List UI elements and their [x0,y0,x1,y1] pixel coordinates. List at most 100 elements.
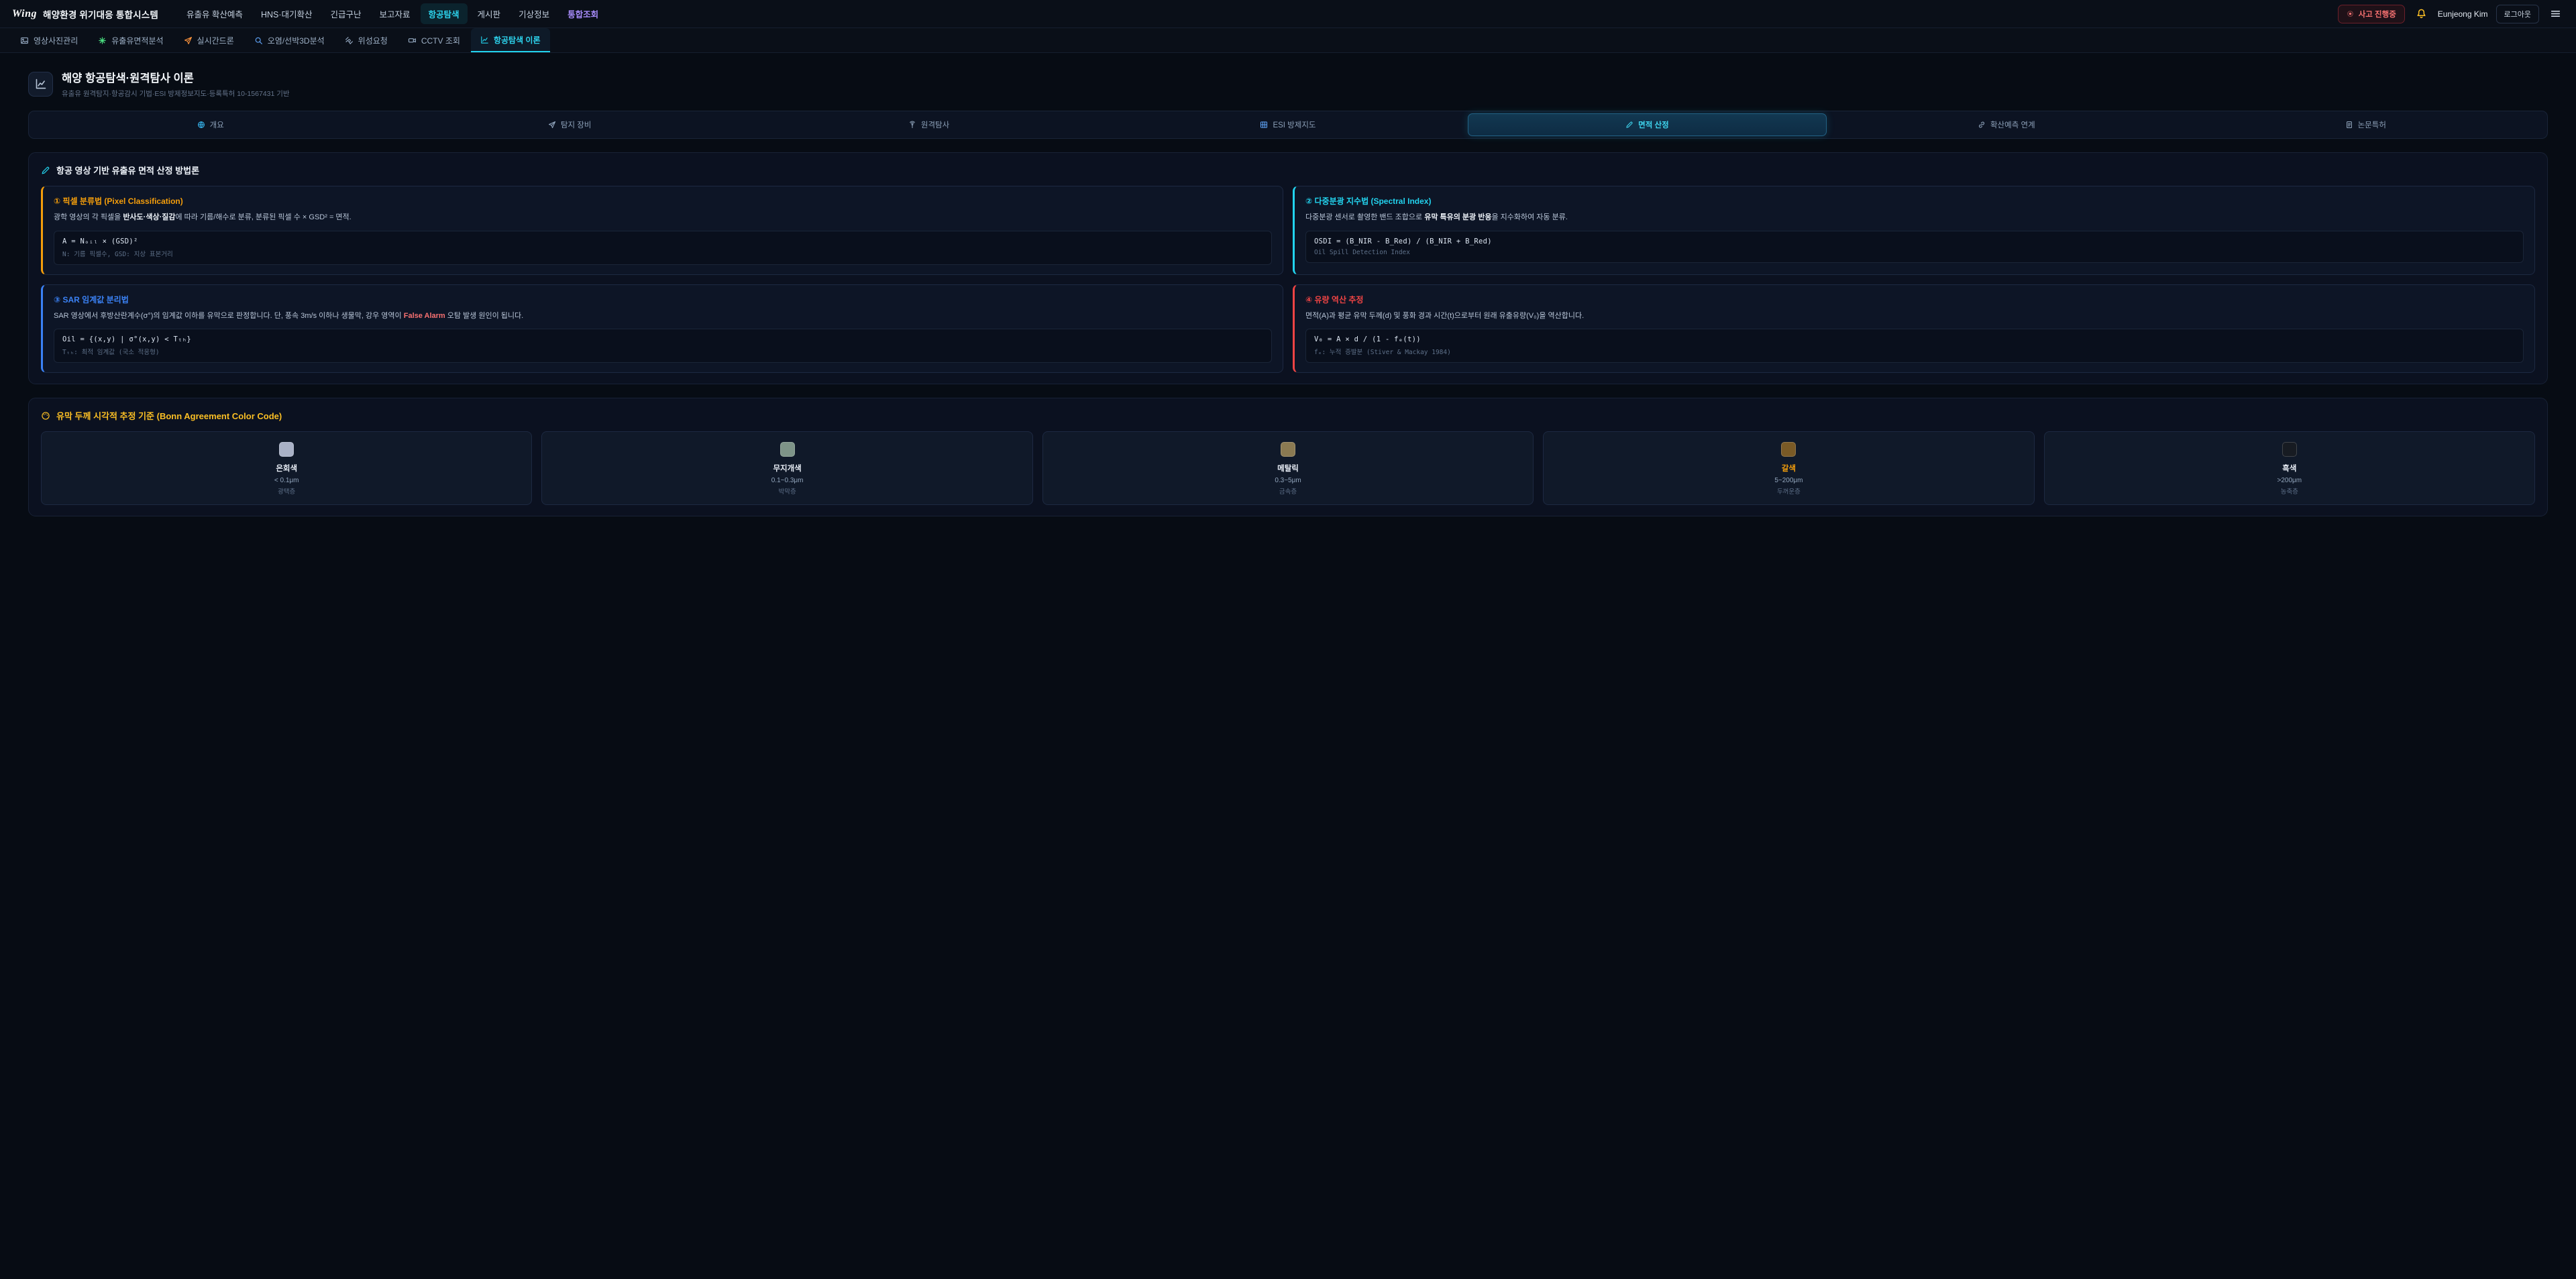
method-card-formula: OSDI = (B_NIR - B_Red) / (B_NIR + B_Red)… [1305,231,2524,263]
formula-main: Oil = {(x,y) | σ°(x,y) < Tₜₕ} [62,335,1263,343]
tab-diffusion-link[interactable]: 확산예측 연계 [1827,113,2186,136]
bonn-section-header: 유막 두께 시각적 추정 기준 (Bonn Agreement Color Co… [41,409,2535,422]
main-content: 해양 항공탐색·원격탐사 이론 유출유 원격탐지·항공감시 기법·ESI 방제정… [0,53,2576,550]
user-name: Eunjeong Kim [2438,9,2488,19]
hamburger-icon [2550,8,2561,19]
tab-papers-patents[interactable]: 논문특허 [2186,113,2545,136]
tab-label: 면적 산정 [1638,119,1669,130]
thickness-name: 갈색 [1550,463,2027,474]
nav-item-reports[interactable]: 보고자료 [372,3,419,24]
subnav-item-realtime-drone[interactable]: 실시간드론 [174,28,244,52]
method-card-pixel-classification: ① 픽셀 분류법 (Pixel Classification) 광학 영상의 각… [41,186,1283,275]
photo-icon [20,36,29,45]
formula-note: Oil Spill Detection Index [1314,249,2515,256]
nav-item-emergency-rescue[interactable]: 긴급구난 [323,3,370,24]
tab-label: 원격탐사 [921,119,949,130]
method-card-grid: ① 픽셀 분류법 (Pixel Classification) 광학 영상의 각… [41,186,2535,373]
thickness-range: 5~200μm [1550,477,2027,484]
tab-overview[interactable]: 개요 [31,113,390,136]
subnav-label: 항공탐색 이론 [494,34,541,46]
thickness-range: >200μm [2051,477,2528,484]
formula-note: Tₜₕ: 최적 임계값 (국소 적응형) [62,347,1263,356]
thickness-range: < 0.1μm [48,477,525,484]
thickness-name: 은회색 [48,463,525,474]
tab-area-estimation[interactable]: 면적 산정 [1468,113,1827,136]
thickness-range: 0.3~5μm [1050,477,1526,484]
formula-note: fₑ: 누적 증발분 (Stiver & Mackay 1984) [1314,347,2515,356]
method-card-body: 다중분광 센서로 촬영한 밴드 조합으로 유막 특유의 분광 반응을 지수화하여… [1305,212,2524,224]
subnav-label: 오염/선박3D분석 [268,35,325,46]
link-icon [1978,121,1986,129]
palette-icon [41,411,50,421]
color-swatch [1781,442,1796,457]
tab-label: 탐지 장비 [561,119,592,130]
subnav-item-oil-area-analysis[interactable]: 유출유면적분석 [89,28,172,52]
method-card-title: ① 픽셀 분류법 (Pixel Classification) [54,195,1272,207]
thickness-name: 무지개색 [549,463,1025,474]
layer-type: 농축층 [2051,486,2528,496]
nav-item-board[interactable]: 게시판 [470,3,509,24]
subnav-label: 실시간드론 [197,35,234,46]
bonn-card-brown: 갈색 5~200μm 두꺼운층 [1543,431,2034,505]
drone-icon [184,36,193,45]
menu-button[interactable] [2547,5,2564,22]
incident-alert-badge[interactable]: 사고 진행중 [2338,5,2405,23]
nav-item-spill-forecast[interactable]: 유출유 확산예측 [178,3,251,24]
method-card-title: ③ SAR 임계값 분리법 [54,294,1272,305]
logo[interactable]: Wing 해양환경 위기대응 통합시스템 [12,7,158,21]
tab-label: 확산예측 연계 [1990,119,2035,130]
layer-type: 금속층 [1050,486,1526,496]
grid-icon [1260,121,1268,129]
subnav-item-satellite-request[interactable]: 위성요청 [335,28,397,52]
bonn-card-rainbow: 무지개색 0.1~0.3μm 박막층 [541,431,1032,505]
subnav-item-image-management[interactable]: 영상사진관리 [11,28,87,52]
globe-icon [197,121,205,129]
bonn-card-grid: 은회색 < 0.1μm 광택층 무지개색 0.1~0.3μm 박막층 메탈릭 0… [41,431,2535,505]
logo-mark: Wing [12,8,37,20]
tab-label: 논문특허 [2358,119,2386,130]
pencil-icon [41,166,50,175]
top-nav: Wing 해양환경 위기대응 통합시스템 유출유 확산예측 HNS·대기확산 긴… [0,0,2576,28]
plane-icon [548,121,556,129]
subnav-item-aerial-theory[interactable]: 항공탐색 이론 [471,28,550,52]
bonn-card-silver-gray: 은회색 < 0.1μm 광택층 [41,431,532,505]
tab-remote-sensing[interactable]: 원격탐사 [749,113,1108,136]
subnav-label: 위성요청 [358,35,388,46]
burst-icon [98,36,107,45]
method-card-volume-inversion: ④ 유량 역산 추정 면적(A)과 평균 유막 두께(d) 및 풍화 경과 시간… [1293,284,2535,374]
alert-pulse-icon [2347,10,2354,17]
bonn-card-black: 흑색 >200μm 농축층 [2044,431,2535,505]
method-card-sar-threshold: ③ SAR 임계값 분리법 SAR 영상에서 후방산란계수(σ°)의 임계값 이… [41,284,1283,374]
layer-type: 두꺼운층 [1550,486,2027,496]
subnav-item-cctv[interactable]: CCTV 조회 [398,28,470,52]
main-menu: 유출유 확산예측 HNS·대기확산 긴급구난 보고자료 항공탐색 게시판 기상정… [178,3,606,24]
cctv-icon [408,36,417,45]
color-swatch [279,442,294,457]
subnav-item-pollution-ship-3d[interactable]: 오염/선박3D분석 [245,28,334,52]
method-card-formula: Oil = {(x,y) | σ°(x,y) < Tₜₕ} Tₜₕ: 최적 임계… [54,329,1272,363]
nav-item-weather-info[interactable]: 기상정보 [511,3,557,24]
subnav-label: 유출유면적분석 [111,35,163,46]
tab-detection-equipment[interactable]: 탐지 장비 [390,113,749,136]
page-icon-box [28,72,53,97]
tab-esi-map[interactable]: ESI 방제지도 [1108,113,1467,136]
nav-item-aerial-search[interactable]: 항공탐색 [421,3,468,24]
color-swatch [1281,442,1295,457]
thickness-name: 메탈릭 [1050,463,1526,474]
method-card-formula: V₀ = A × d / (1 - fₑ(t)) fₑ: 누적 증발분 (Sti… [1305,329,2524,363]
method-card-body: 광학 영상의 각 픽셀을 반사도·색상·질감에 따라 기름/해수로 분류, 분류… [54,212,1272,224]
formula-main: V₀ = A × d / (1 - fₑ(t)) [1314,335,2515,343]
bell-icon [2416,8,2427,19]
theory-chart-icon [35,78,47,90]
method-section-title: 항공 영상 기반 유출유 면적 산정 방법론 [56,164,199,176]
notifications-button[interactable] [2413,5,2430,22]
nav-item-hns-diffusion[interactable]: HNS·대기확산 [253,3,321,24]
logout-button[interactable]: 로그아웃 [2496,5,2539,23]
doc-icon [2345,121,2353,129]
nav-item-integrated-search[interactable]: 통합조회 [559,3,606,24]
area-method-section: 항공 영상 기반 유출유 면적 산정 방법론 ① 픽셀 분류법 (Pixel C… [28,152,2548,384]
alert-label: 사고 진행중 [2359,9,2396,19]
thickness-range: 0.1~0.3μm [549,477,1025,484]
bonn-section-title: 유막 두께 시각적 추정 기준 (Bonn Agreement Color Co… [56,409,282,422]
formula-note: N: 기름 픽셀수, GSD: 지상 표본거리 [62,249,1263,258]
